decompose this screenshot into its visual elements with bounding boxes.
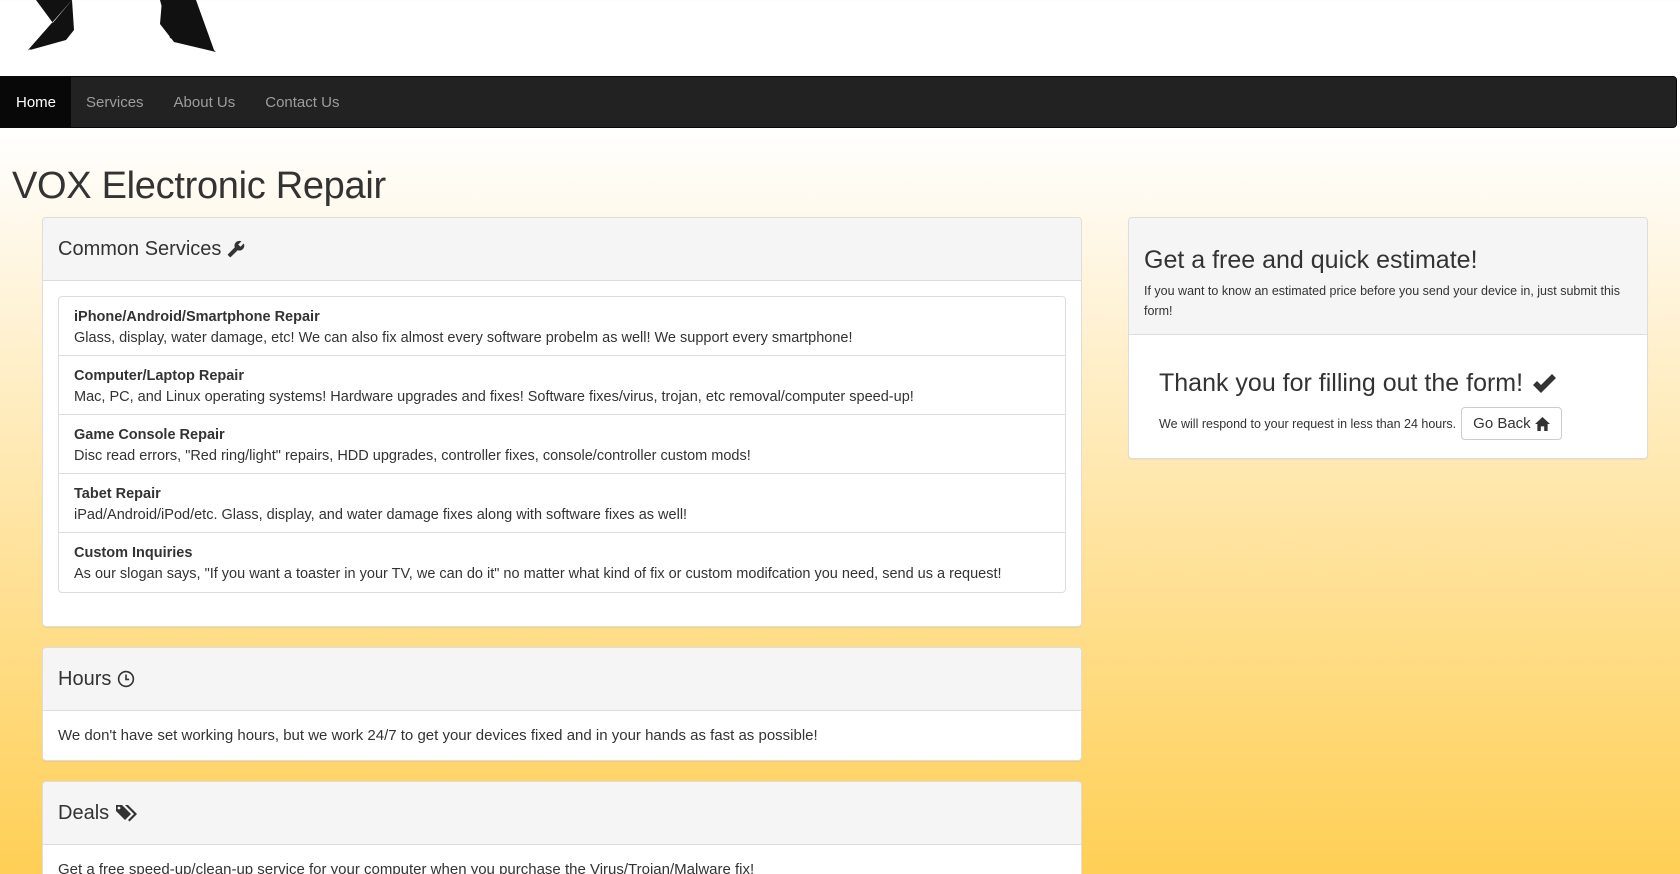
home-icon — [1534, 416, 1550, 431]
list-item-title: Custom Inquiries — [74, 545, 193, 561]
services-panel: Common Services iPhone/Android/Smartphon… — [42, 217, 1082, 627]
list-item-text: Disc read errors, "Red ring/light" repai… — [74, 448, 751, 464]
nav-home[interactable]: Home — [1, 77, 72, 127]
list-item: iPhone/Android/Smartphone Repair Glass, … — [59, 297, 1065, 356]
services-panel-title: Common Services — [58, 237, 222, 260]
deals-panel-title: Deals — [58, 801, 110, 824]
list-item: Tabet Repair iPad/Android/iPod/etc. Glas… — [59, 474, 1065, 533]
list-item-text: iPad/Android/iPod/etc. Glass, display, a… — [74, 507, 688, 523]
list-item-title: Computer/Laptop Repair — [74, 368, 244, 384]
hours-panel-title: Hours — [58, 667, 112, 690]
services-panel-body: iPhone/Android/Smartphone Repair Glass, … — [43, 281, 1081, 608]
list-item: Computer/Laptop Repair Mac, PC, and Linu… — [59, 356, 1065, 415]
deals-panel-body: Get a free speed-up/clean-up service for… — [58, 861, 755, 874]
go-back-button[interactable]: Go Back — [1461, 407, 1562, 440]
estimate-panel-heading: Get a free and quick estimate! If you wa… — [1129, 218, 1647, 335]
hours-panel: Hours We don't have set working hours, b… — [42, 647, 1082, 761]
list-item-text: As our slogan says, "If you want a toast… — [74, 566, 1002, 582]
estimate-title: Get a free and quick estimate! — [1144, 246, 1478, 274]
page-title: VOX Electronic Repair — [12, 165, 386, 207]
services-panel-heading: Common Services — [43, 218, 1081, 281]
list-item-title: Tabet Repair — [74, 486, 161, 502]
nav-services[interactable]: Services — [71, 77, 159, 127]
thanks-title: Thank you for filling out the form! — [1159, 369, 1617, 398]
checkmark-icon — [1531, 373, 1557, 395]
thanks-title-text: Thank you for filling out the form! — [1159, 369, 1524, 397]
thanks-text: We will respond to your request in less … — [1159, 416, 1457, 431]
hours-panel-body: We don't have set working hours, but we … — [58, 727, 818, 744]
logo[interactable] — [14, 0, 216, 54]
services-list: iPhone/Android/Smartphone Repair Glass, … — [58, 296, 1066, 593]
clock-icon — [117, 670, 135, 688]
nav-about-us[interactable]: About Us — [159, 77, 251, 127]
navbar: Home Services About Us Contact Us — [0, 76, 1677, 128]
list-item-title: Game Console Repair — [74, 427, 225, 443]
tags-icon — [115, 803, 139, 823]
estimate-panel: Get a free and quick estimate! If you wa… — [1128, 217, 1648, 459]
nav-contact-us[interactable]: Contact Us — [250, 77, 354, 127]
list-item-title: iPhone/Android/Smartphone Repair — [74, 309, 320, 325]
hours-panel-heading: Hours — [43, 648, 1081, 711]
list-item: Game Console Repair Disc read errors, "R… — [59, 415, 1065, 474]
go-back-label: Go Back — [1473, 415, 1531, 432]
estimate-panel-body: Thank you for filling out the form! We w… — [1129, 335, 1647, 455]
list-item: Custom Inquiries As our slogan says, "If… — [59, 533, 1065, 592]
wrench-icon — [227, 240, 245, 258]
thanks-row: We will respond to your request in less … — [1159, 407, 1617, 440]
deals-panel-heading: Deals — [43, 782, 1081, 845]
list-item-text: Mac, PC, and Linux operating systems! Ha… — [74, 389, 914, 405]
list-item-text: Glass, display, water damage, etc! We ca… — [74, 330, 853, 346]
estimate-subtitle: If you want to know an estimated price b… — [1144, 284, 1620, 318]
deals-panel: Deals Get a free speed-up/clean-up servi… — [42, 781, 1082, 874]
